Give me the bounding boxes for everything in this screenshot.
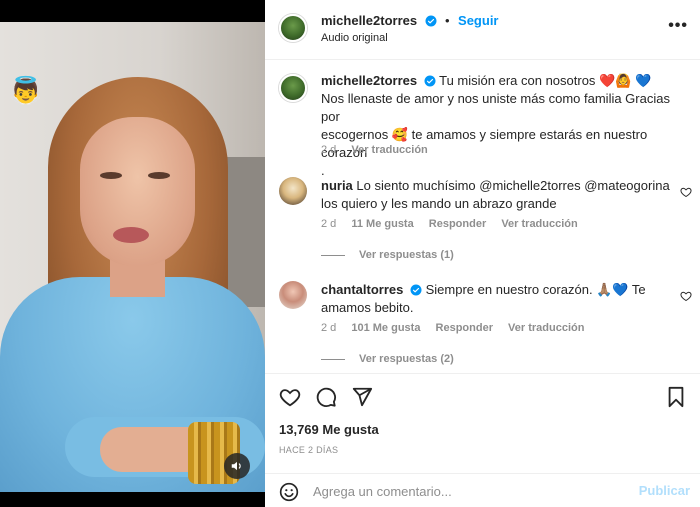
comment-age: 2 d bbox=[321, 322, 337, 334]
comment-text-2: los quiero y les mando un abrazo grande bbox=[321, 196, 557, 211]
post-side-panel: michelle2torres • Seguir Audio original … bbox=[265, 0, 700, 507]
comment-translate-link[interactable]: Ver traducción bbox=[508, 322, 584, 334]
like-heart-icon[interactable] bbox=[279, 386, 301, 408]
header-title-row: michelle2torres • Seguir bbox=[321, 12, 499, 30]
post-actions: 13,769 Me gusta HACE 2 DÍAS bbox=[265, 373, 700, 473]
owner-username[interactable]: michelle2torres bbox=[321, 13, 417, 28]
comment-like-heart-icon[interactable] bbox=[680, 186, 692, 198]
comment-username[interactable]: nuria bbox=[321, 178, 353, 193]
caption-age: 2 d bbox=[321, 144, 337, 156]
comment-meta: 2 d 11 Me gusta Responder Ver traducción bbox=[321, 218, 590, 230]
caption-translate-link[interactable]: Ver traducción bbox=[351, 144, 427, 156]
verified-badge-icon bbox=[410, 284, 422, 296]
comment-nuria: nuria Lo siento muchísimo @michelle2torr… bbox=[321, 177, 673, 213]
comment-username[interactable]: chantaltorres bbox=[321, 282, 403, 297]
media-pane: 👼 bbox=[0, 0, 265, 507]
emoji-smiley-icon[interactable] bbox=[279, 482, 299, 502]
comment-like-heart-icon[interactable] bbox=[680, 290, 692, 302]
comment-likes-count[interactable]: 11 Me gusta bbox=[351, 218, 413, 230]
verified-badge-icon bbox=[424, 75, 436, 87]
comment-line-1: nuria Lo siento muchísimo @michelle2torr… bbox=[321, 177, 673, 195]
replies-line bbox=[321, 358, 345, 360]
caption-text-1: Tu misión era con nosotros ❤️🙆 💙 bbox=[439, 73, 652, 88]
view-replies-label: Ver respuestas (2) bbox=[359, 353, 454, 365]
mute-button[interactable] bbox=[224, 453, 250, 479]
add-comment-input[interactable] bbox=[313, 480, 633, 502]
post-timestamp[interactable]: HACE 2 DÍAS bbox=[279, 445, 338, 455]
comment-translate-link[interactable]: Ver traducción bbox=[501, 218, 577, 230]
audio-label[interactable]: Audio original bbox=[321, 32, 388, 44]
caption-line-1: michelle2torres Tu misión era con nosotr… bbox=[321, 72, 691, 90]
comment-reply-link[interactable]: Responder bbox=[436, 322, 493, 334]
save-bookmark-icon[interactable] bbox=[666, 386, 686, 408]
share-paper-plane-icon[interactable] bbox=[351, 386, 373, 408]
verified-badge-icon bbox=[425, 15, 437, 27]
caption-avatar[interactable] bbox=[279, 74, 307, 102]
video-person-mouth bbox=[113, 227, 149, 243]
comment-line-1: chantaltorres Siempre en nuestro corazón… bbox=[321, 281, 673, 299]
comment-meta: 2 d 101 Me gusta Responder Ver traducció… bbox=[321, 322, 596, 334]
post-like-count[interactable]: 13,769 Me gusta bbox=[279, 422, 379, 437]
header-dot-separator: • bbox=[445, 13, 450, 28]
caption-text-2: Nos llenaste de amor y nos uniste más co… bbox=[321, 91, 670, 124]
more-options-icon[interactable]: ••• bbox=[668, 17, 688, 35]
post-header: michelle2torres • Seguir Audio original … bbox=[265, 0, 700, 60]
comment-likes-count[interactable]: 101 Me gusta bbox=[351, 322, 420, 334]
view-replies-button[interactable]: Ver respuestas (1) bbox=[321, 249, 454, 261]
angel-sticker: 👼 bbox=[9, 75, 43, 105]
view-replies-label: Ver respuestas (1) bbox=[359, 249, 454, 261]
owner-avatar[interactable] bbox=[279, 14, 307, 42]
comment-text-1: Lo siento muchísimo @michelle2torres @ma… bbox=[356, 178, 670, 193]
comment-text-2: amamos bebito. bbox=[321, 300, 414, 315]
comment-reply-link[interactable]: Responder bbox=[429, 218, 486, 230]
comment-chantaltorres: chantaltorres Siempre en nuestro corazón… bbox=[321, 281, 673, 317]
video-person-eye-right bbox=[148, 172, 170, 179]
comment-avatar-nuria[interactable] bbox=[279, 177, 307, 205]
comment-bubble-icon[interactable] bbox=[315, 386, 337, 408]
comment-age: 2 d bbox=[321, 218, 337, 230]
view-replies-button[interactable]: Ver respuestas (2) bbox=[321, 353, 454, 365]
video-person-eye-left bbox=[100, 172, 122, 179]
comment-text-1: Siempre en nuestro corazón. 🙏🏽💙 Te bbox=[425, 282, 646, 297]
speaker-icon bbox=[231, 461, 241, 471]
caption: michelle2torres Tu misión era con nosotr… bbox=[321, 72, 691, 180]
replies-line bbox=[321, 254, 345, 256]
publish-button[interactable]: Publicar bbox=[639, 483, 690, 498]
follow-button[interactable]: Seguir bbox=[458, 13, 498, 28]
video-person-face bbox=[80, 117, 195, 267]
caption-meta: 2 d Ver traducción bbox=[321, 144, 440, 156]
comment-composer: Publicar bbox=[265, 473, 700, 507]
comments-list[interactable]: michelle2torres Tu misión era con nosotr… bbox=[265, 60, 700, 373]
caption-username[interactable]: michelle2torres bbox=[321, 73, 417, 88]
comment-avatar-chantaltorres[interactable] bbox=[279, 281, 307, 309]
